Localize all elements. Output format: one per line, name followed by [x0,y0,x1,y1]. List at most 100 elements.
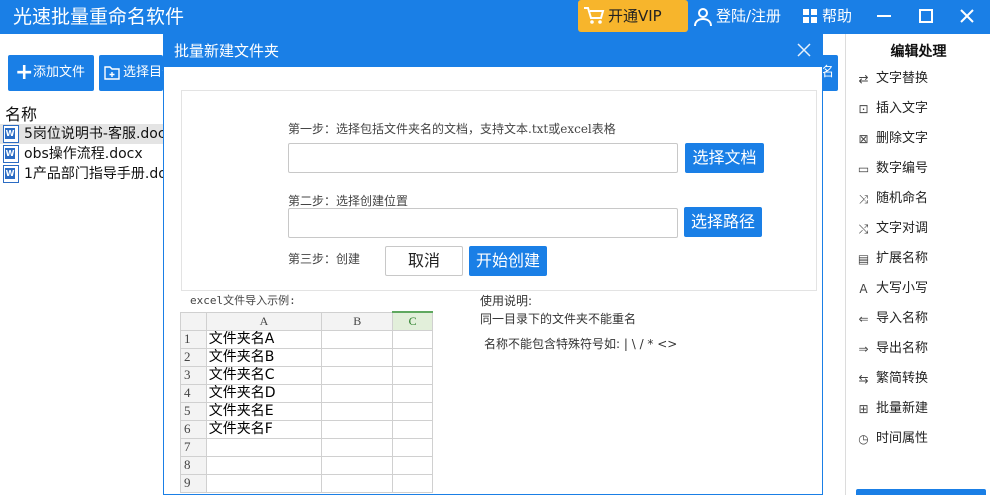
step1-label: 第一步：选择包括文件夹名的文档，支持文本.txt或excel表格 [288,122,616,136]
file-row[interactable]: 1产品部门指导手册.docx [0,164,163,184]
sheet-row: 3 文件夹名C [180,365,433,385]
row-number: 5 [180,401,207,421]
sheet-cell [392,383,433,403]
panel-bottom-button[interactable] [856,489,986,495]
help-button[interactable]: 帮助 [801,0,852,32]
folder-plus-icon [104,66,120,80]
sheet-row: 2 文件夹名B [180,347,433,367]
select-dir-label: 选择目录 [123,65,163,80]
sheet-cell: 文件夹名D [205,383,323,403]
dialog-close-button[interactable] [794,40,814,60]
step2-label: 第二步：选择创建位置 [288,194,409,208]
sheet-cell [321,437,394,457]
close-icon [797,43,811,57]
random-name-button[interactable]: ⤨ 随机命名 [856,188,986,210]
app-window: 光速批量重命名软件 开通VIP 登陆/注册 帮助 + 添加文件 选择目 名 名称… [0,0,990,495]
file-row[interactable]: obs操作流程.docx [0,144,163,164]
delete-text-button[interactable]: ⊠ 删除文字 [856,128,986,150]
convert-button[interactable]: ⇆ 繁简转换 [856,368,986,390]
delete-text-label: 删除文字 [876,131,929,146]
row-number: 3 [180,365,207,385]
sheet-cell: 文件夹名B [205,347,323,367]
sheet-cell [392,473,433,493]
text-replace-label: 文字替换 [876,71,929,86]
word-doc-icon [3,165,19,183]
login-button[interactable]: 登陆/注册 [692,0,781,32]
insert-text-button[interactable]: ⊡ 插入文字 [856,98,986,120]
sheet-row: 9 [180,473,433,493]
convert-icon: ⇆ [858,372,869,386]
sheet-row: 8 [180,455,433,475]
select-dir-button[interactable]: 选择目录 [99,55,163,91]
minimize-button[interactable] [872,4,896,28]
word-doc-icon [3,145,19,163]
import-name-button[interactable]: ⇐ 导入名称 [856,308,986,330]
name-column-header[interactable]: 名称 [5,101,37,125]
sheet-cell [321,419,394,439]
sheet-row: 7 [180,437,433,457]
sheet-corner [180,311,207,331]
sheet-cell [321,473,394,493]
start-create-button[interactable]: 开始创建 [469,246,547,276]
plus-icon: + [15,60,34,85]
cart-icon [584,7,605,24]
target-path-input[interactable] [288,208,678,238]
sheet-cell: 文件夹名F [205,419,323,439]
steps-panel: 第一步：选择包括文件夹名的文档，支持文本.txt或excel表格 选择文档 第二… [181,90,817,291]
sheet-cell: 文件夹名E [205,401,323,421]
swap-text-icon: ⤭ [858,222,869,236]
column-header: C [392,311,433,331]
number-button[interactable]: ▭ 数字编号 [856,158,986,180]
usage-note: 名称不能包含特殊符号如: | \ / * <> [484,337,678,351]
extension-button[interactable]: ▤ 扩展名称 [856,248,986,270]
insert-text-icon: ⊡ [858,102,869,116]
close-window-button[interactable] [955,4,979,28]
sheet-cell [392,419,433,439]
sheet-cell [392,365,433,385]
dialog-header: 批量新建文件夹 [164,34,823,67]
time-attr-label: 时间属性 [876,431,929,446]
convert-label: 繁简转换 [876,371,929,386]
swap-arrows-icon: ⇄ [858,72,869,86]
add-file-button[interactable]: + 添加文件 [8,55,94,91]
vip-label: 开通VIP [608,7,662,25]
sheet-cell [205,455,323,475]
maximize-button[interactable] [914,4,938,28]
row-number: 4 [180,383,207,403]
delete-text-icon: ⊠ [858,132,869,146]
import-name-label: 导入名称 [876,311,929,326]
row-number: 6 [180,419,207,439]
export-name-button[interactable]: ⇒ 导出名称 [856,338,986,360]
sheet-cell [321,383,394,403]
excel-example-sheet: A B C 1 文件夹名A 2 文件夹名B 3 文件夹名C 4 文件夹名D 5 文件夹名E… [180,311,433,495]
clock-icon: ◷ [858,432,869,446]
close-icon [960,9,974,23]
cancel-button[interactable]: 取消 [385,246,463,276]
sheet-row: 6 文件夹名F [180,419,433,439]
export-icon: ⇒ [858,342,869,356]
login-label: 登陆/注册 [716,7,782,25]
vip-button[interactable]: 开通VIP [578,0,688,32]
file-row[interactable]: 5岗位说明书-客服.docx [0,124,163,144]
swap-text-label: 文字对调 [876,221,929,236]
sheet-cell [392,347,433,367]
row-number: 8 [180,455,207,475]
sheet-cell [392,329,433,349]
grid-icon [803,9,817,23]
export-name-label: 导出名称 [876,341,929,356]
row-number: 1 [180,329,207,349]
document-path-input[interactable] [288,143,678,173]
maximize-icon [919,9,933,23]
select-document-button[interactable]: 选择文档 [685,143,764,173]
sheet-cell [321,329,394,349]
row-number: 9 [180,473,207,493]
swap-text-button[interactable]: ⤭ 文字对调 [856,218,986,240]
select-path-button[interactable]: 选择路径 [684,207,762,237]
text-replace-button[interactable]: ⇄ 文字替换 [856,68,986,90]
minimize-icon [877,15,891,17]
time-attr-button[interactable]: ◷ 时间属性 [856,428,986,450]
batch-new-button[interactable]: ⊞ 批量新建 [856,398,986,420]
sheet-cell [392,401,433,421]
sheet-header-row: A B C [180,311,433,331]
case-button[interactable]: A 大写小写 [856,278,986,300]
